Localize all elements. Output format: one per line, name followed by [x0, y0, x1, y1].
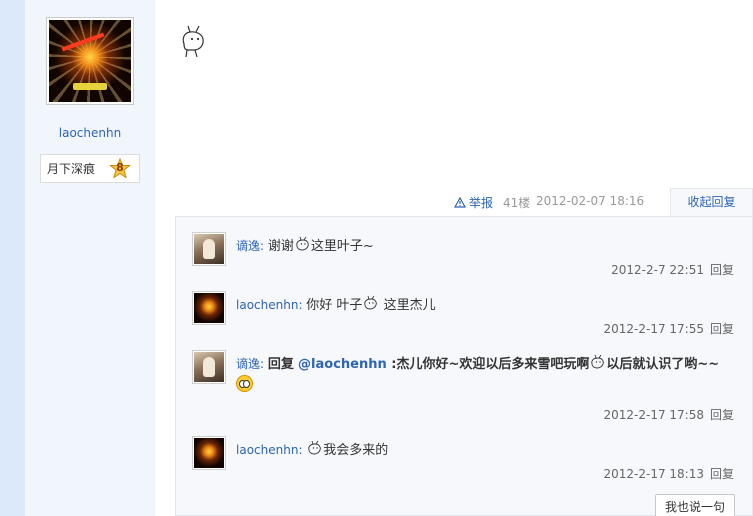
teary-face-icon	[236, 375, 253, 392]
collapse-replies-button[interactable]: 收起回复	[670, 188, 753, 217]
reply-text-part: 这里杰儿	[379, 298, 436, 313]
reply-author[interactable]: 谪逸	[236, 239, 260, 253]
reply-text-part: 谢谢	[267, 239, 294, 254]
left-stripe	[0, 0, 25, 516]
reply-text-part: :杰儿你好~欢迎以后多来雪吧玩啊	[386, 357, 590, 372]
reply-time: 2012-2-17 17:55	[603, 322, 704, 336]
rabbit-emoticon-icon	[182, 25, 204, 58]
report-link[interactable]: 举报	[454, 194, 493, 211]
post-timestamp: 2012-02-07 18:16	[536, 194, 645, 208]
post-meta: 举报 41楼 2012-02-07 18:16 收起回复	[453, 188, 753, 217]
reply-prefix: 回复	[267, 357, 294, 372]
rabbit-emoticon-icon	[591, 354, 605, 369]
rabbit-emoticon-icon	[364, 295, 378, 310]
author-avatar[interactable]	[46, 17, 134, 105]
rabbit-emoticon-icon	[296, 236, 309, 251]
reply-content: 谪逸: 回复 @laochenhn :杰儿你好~欢迎以后多来雪吧玩啊 以后就认识了…	[236, 354, 736, 396]
reply-text-part: 这里叶子~	[310, 239, 374, 254]
say-something-button[interactable]: 我也说一句	[655, 494, 735, 516]
rank-level: 8	[116, 161, 124, 174]
reply-author[interactable]: laochenhn	[236, 298, 298, 312]
reply-content: laochenhn: 你好 叶子 这里杰儿	[236, 295, 736, 316]
reply-text-part: 以后就认识了哟~~	[606, 357, 720, 372]
reply-content: laochenhn: 我会多来的	[236, 440, 736, 461]
reply-text-part: 你好 叶子	[306, 298, 363, 313]
reply-text-part: 我会多来的	[323, 443, 389, 458]
rabbit-emoticon-icon	[308, 440, 321, 455]
mention-link[interactable]: @laochenhn	[298, 357, 387, 372]
reply-footer: 2012-2-17 18:13 回复	[603, 465, 734, 482]
reply-link[interactable]: 回复	[710, 408, 734, 422]
reply-footer: 2012-2-17 17:55 回复	[603, 320, 734, 337]
author-username[interactable]: laochenhn	[25, 126, 155, 140]
reply-link[interactable]: 回复	[710, 322, 734, 336]
reply-time: 2012-2-17 17:58	[603, 408, 704, 422]
reply-link[interactable]: 回复	[710, 263, 734, 277]
reply-footer: 2012-2-7 22:51 回复	[611, 261, 734, 278]
floor-number: 41楼	[503, 196, 531, 210]
reply-avatar[interactable]	[192, 350, 226, 384]
reply-avatar[interactable]	[192, 436, 226, 470]
reply-avatar[interactable]	[192, 232, 226, 266]
reply-footer: 2012-2-17 17:58 回复	[603, 406, 734, 423]
author-sidebar: laochenhn 月下深痕 8	[25, 0, 155, 516]
reply-panel: 谪逸: 谢谢 这里叶子~ 2012-2-7 22:51 回复 laochenhn: …	[175, 216, 753, 516]
warning-triangle-icon	[454, 197, 466, 208]
reply-time: 2012-2-17 18:13	[603, 467, 704, 481]
rank-box[interactable]: 月下深痕 8	[40, 154, 140, 183]
reply-link[interactable]: 回复	[710, 467, 734, 481]
reply-content: 谪逸: 谢谢 这里叶子~	[236, 236, 736, 257]
reply-author[interactable]: laochenhn	[236, 443, 298, 457]
star-badge-icon: 8	[109, 157, 131, 180]
rank-title: 月下深痕	[47, 162, 96, 176]
reply-avatar[interactable]	[192, 291, 226, 325]
reply-time: 2012-2-7 22:51	[611, 263, 704, 277]
report-label: 举报	[469, 196, 494, 210]
reply-author[interactable]: 谪逸	[236, 357, 260, 371]
avatar-image	[49, 20, 131, 102]
